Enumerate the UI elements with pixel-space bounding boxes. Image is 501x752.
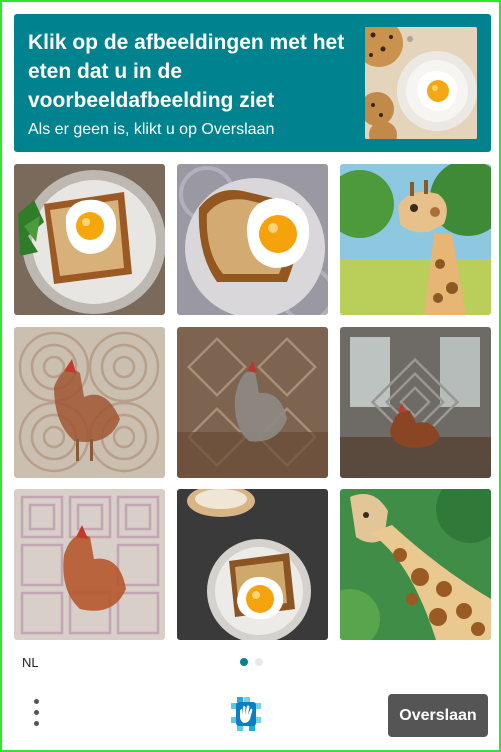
image-tile-5[interactable] bbox=[177, 327, 328, 478]
image-tile-6[interactable] bbox=[340, 327, 491, 478]
skip-button[interactable]: Overslaan bbox=[388, 694, 488, 737]
prompt-header: Klik op de afbeeldingen met het eten dat… bbox=[14, 14, 491, 152]
image-tile-8[interactable] bbox=[177, 489, 328, 640]
more-dot-icon bbox=[34, 699, 39, 704]
image-tile-1-art bbox=[14, 164, 165, 315]
image-tile-9-art bbox=[340, 489, 491, 640]
image-tile-2[interactable] bbox=[177, 164, 328, 315]
image-tile-3[interactable] bbox=[340, 164, 491, 315]
page-dot-2 bbox=[255, 658, 263, 666]
image-tile-8-art bbox=[177, 489, 328, 640]
image-tile-1[interactable] bbox=[14, 164, 165, 315]
hcaptcha-logo-icon bbox=[231, 697, 261, 731]
example-image bbox=[365, 27, 477, 139]
page-dot-1 bbox=[240, 658, 248, 666]
image-tile-7[interactable] bbox=[14, 489, 165, 640]
image-tile-7-art bbox=[14, 489, 165, 640]
language-selector[interactable]: NL bbox=[22, 655, 39, 670]
image-tile-5-art bbox=[177, 327, 328, 478]
image-tile-6-art bbox=[340, 327, 491, 478]
more-dot-icon bbox=[34, 710, 39, 715]
image-grid bbox=[14, 164, 491, 640]
prompt-title: Klik op de afbeeldingen met het eten dat… bbox=[28, 31, 345, 112]
more-dot-icon bbox=[34, 721, 39, 726]
image-tile-2-art bbox=[177, 164, 328, 315]
prompt-subtitle: Als er geen is, klikt u op Overslaan bbox=[28, 121, 275, 138]
image-tile-3-art bbox=[340, 164, 491, 315]
image-tile-9[interactable] bbox=[340, 489, 491, 640]
more-options-button[interactable] bbox=[26, 696, 48, 732]
image-tile-4-art bbox=[14, 327, 165, 478]
challenge-frame: Klik op de afbeeldingen met het eten dat… bbox=[0, 0, 501, 752]
image-tile-4[interactable] bbox=[14, 327, 165, 478]
example-image-art bbox=[365, 27, 477, 139]
